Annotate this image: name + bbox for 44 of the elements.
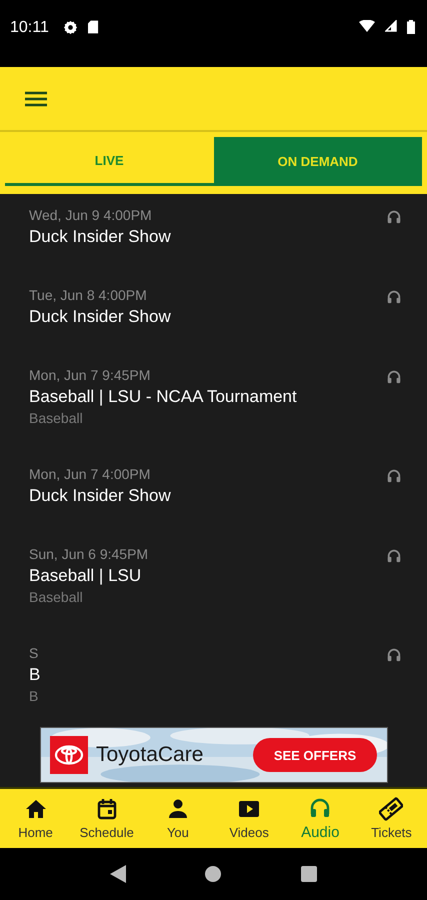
episode-title: B — [29, 664, 42, 686]
nav-tab[interactable]: You — [142, 797, 214, 840]
episode-title: Duck Insider Show — [29, 306, 172, 328]
ticket-icon — [379, 797, 404, 821]
episode-date: Mon, Jun 7 9:45PM — [29, 366, 152, 385]
episode-date: Sun, Jun 6 9:45PM — [29, 545, 150, 564]
home-icon[interactable] — [205, 866, 222, 882]
gear-icon — [62, 20, 78, 35]
episode-category: Baseball — [29, 588, 84, 607]
headphones-icon[interactable] — [386, 468, 402, 483]
nav-tab[interactable]: Videos — [214, 797, 285, 840]
tab[interactable]: ON DEMAND — [214, 137, 422, 186]
battery-icon — [407, 20, 415, 34]
headphones-icon[interactable] — [386, 647, 402, 662]
headphones-icon[interactable] — [386, 548, 402, 563]
recents-icon[interactable] — [301, 866, 318, 882]
episode-date: S — [29, 644, 40, 663]
brand-name: ToyotaCare — [96, 743, 204, 767]
episode-title: Duck Insider Show — [29, 226, 172, 248]
nav-tab[interactable]: Tickets — [356, 797, 427, 840]
episode-date: Wed, Jun 9 4:00PM — [29, 206, 153, 225]
ad-banner[interactable]: ToyotaCare SEE OFFERS — [40, 727, 388, 783]
nav-tab[interactable]: Home — [0, 797, 72, 840]
episode-title: Baseball | LSU — [29, 565, 142, 587]
episode-category: B — [29, 687, 40, 706]
see-offers-button[interactable]: SEE OFFERS — [253, 738, 377, 772]
menu-icon[interactable] — [25, 90, 47, 106]
episode-date: Tue, Jun 8 4:00PM — [29, 286, 148, 305]
episode-title: Baseball | LSU - NCAA Tournament — [29, 386, 298, 408]
wifi-icon — [359, 20, 375, 32]
home-icon — [24, 797, 48, 821]
logo-icon — [50, 736, 88, 774]
episode-category: Baseball — [29, 409, 84, 428]
nav-tab[interactable]: Schedule — [71, 797, 142, 840]
headphones-icon[interactable] — [386, 289, 402, 304]
status-time: 10:11 — [10, 19, 49, 37]
back-icon[interactable] — [110, 865, 126, 883]
signal-icon — [385, 20, 397, 32]
headphones-icon[interactable] — [386, 369, 402, 384]
episode-date: Mon, Jun 7 4:00PM — [29, 465, 152, 484]
headphones-icon[interactable] — [386, 209, 402, 224]
episode-title: Duck Insider Show — [29, 485, 172, 507]
sd-card-icon — [88, 20, 99, 34]
nav-tab[interactable]: Audio — [284, 796, 356, 841]
